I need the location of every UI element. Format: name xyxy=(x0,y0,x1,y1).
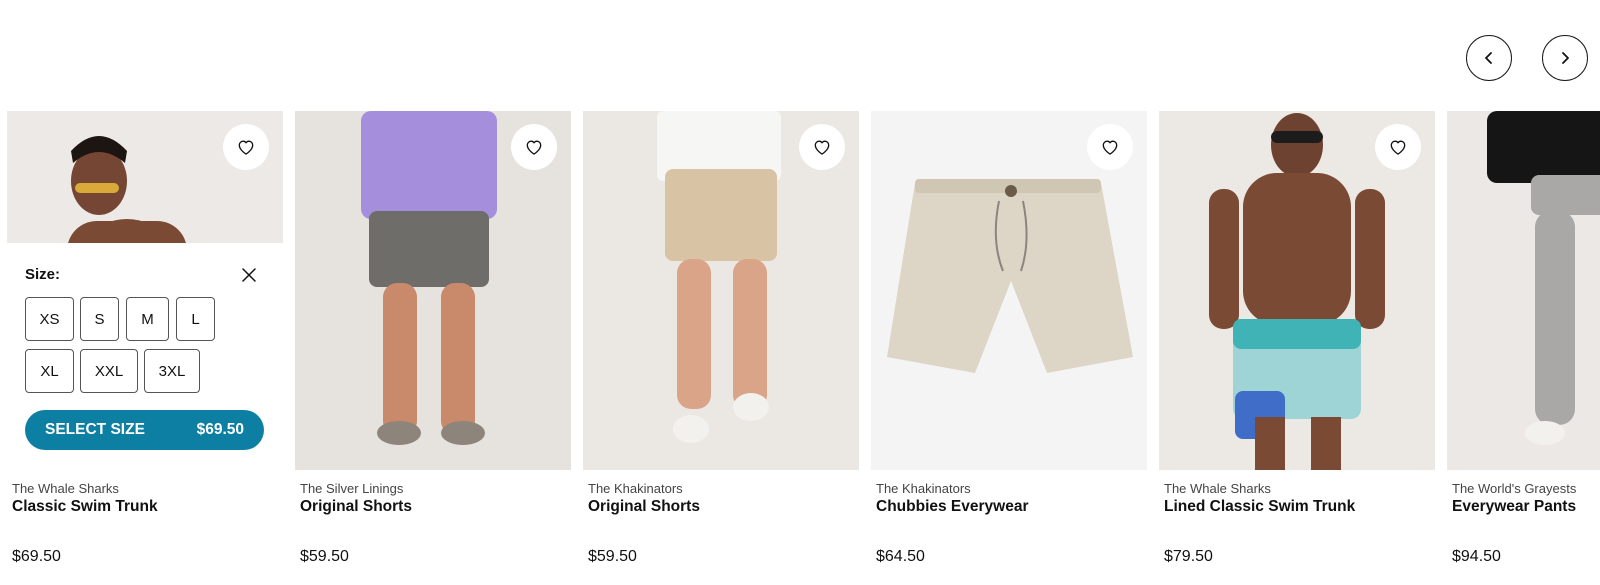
product-name[interactable]: Chubbies Everywear xyxy=(876,498,1028,516)
product-image[interactable] xyxy=(583,111,859,470)
select-size-label: SELECT SIZE xyxy=(45,421,145,438)
product-collection: The Silver Linings xyxy=(300,481,404,496)
product-card[interactable]: Size: XS S M L XL XXL 3XL SELECT SIZE $6… xyxy=(7,111,283,585)
heart-icon xyxy=(1102,140,1118,155)
chevron-left-icon xyxy=(1485,52,1492,64)
product-card[interactable]: The World's Grayests Everywear Pants $94… xyxy=(1447,111,1600,585)
wishlist-button[interactable] xyxy=(223,124,269,170)
size-option-xxl[interactable]: XXL xyxy=(80,349,138,393)
heart-icon xyxy=(526,140,542,155)
product-card[interactable]: The Khakinators Original Shorts $59.50 xyxy=(583,111,859,585)
product-price: $69.50 xyxy=(12,548,61,565)
wishlist-button[interactable] xyxy=(799,124,845,170)
product-image[interactable] xyxy=(295,111,571,470)
product-name[interactable]: Original Shorts xyxy=(588,498,700,516)
product-price: $59.50 xyxy=(588,548,637,565)
product-name[interactable]: Original Shorts xyxy=(300,498,412,516)
size-option-m[interactable]: M xyxy=(126,297,169,341)
product-carousel: Size: XS S M L XL XXL 3XL SELECT SIZE $6… xyxy=(7,111,1600,585)
product-name[interactable]: Everywear Pants xyxy=(1452,498,1576,516)
product-price: $59.50 xyxy=(300,548,349,565)
wishlist-button[interactable] xyxy=(1375,124,1421,170)
product-card[interactable]: The Khakinators Chubbies Everywear $64.5… xyxy=(871,111,1147,585)
product-collection: The Khakinators xyxy=(588,481,683,496)
carousel-prev-button[interactable] xyxy=(1466,35,1512,81)
heart-icon xyxy=(814,140,830,155)
size-label: Size: xyxy=(25,266,61,283)
product-price: $64.50 xyxy=(876,548,925,565)
select-size-price: $69.50 xyxy=(196,421,244,438)
product-name[interactable]: Classic Swim Trunk xyxy=(12,498,158,516)
product-image[interactable] xyxy=(1447,111,1600,470)
product-image[interactable]: Size: XS S M L XL XXL 3XL SELECT SIZE $6… xyxy=(7,111,283,470)
product-collection: The Whale Sharks xyxy=(12,481,119,496)
size-option-xl[interactable]: XL xyxy=(25,349,74,393)
product-card[interactable]: The Whale Sharks Lined Classic Swim Trun… xyxy=(1159,111,1435,585)
close-icon[interactable] xyxy=(239,265,259,285)
size-selector-panel: Size: XS S M L XL XXL 3XL SELECT SIZE $6… xyxy=(7,243,283,470)
heart-icon xyxy=(1390,140,1406,155)
heart-icon xyxy=(238,140,254,155)
wishlist-button[interactable] xyxy=(1087,124,1133,170)
product-image[interactable] xyxy=(871,111,1147,470)
size-option-3xl[interactable]: 3XL xyxy=(144,349,200,393)
product-name[interactable]: Lined Classic Swim Trunk xyxy=(1164,498,1355,516)
size-option-xs[interactable]: XS xyxy=(25,297,74,341)
wishlist-button[interactable] xyxy=(511,124,557,170)
product-collection: The Whale Sharks xyxy=(1164,481,1271,496)
carousel-next-button[interactable] xyxy=(1542,35,1588,81)
chevron-right-icon xyxy=(1562,52,1569,64)
product-collection: The World's Grayests xyxy=(1452,481,1577,496)
size-option-l[interactable]: L xyxy=(176,297,215,341)
product-photo xyxy=(1447,111,1600,470)
product-price: $79.50 xyxy=(1164,548,1213,565)
product-collection: The Khakinators xyxy=(876,481,971,496)
size-option-s[interactable]: S xyxy=(80,297,119,341)
product-card[interactable]: The Silver Linings Original Shorts $59.5… xyxy=(295,111,571,585)
product-image[interactable] xyxy=(1159,111,1435,470)
product-price: $94.50 xyxy=(1452,548,1501,565)
select-size-button[interactable]: SELECT SIZE $69.50 xyxy=(25,410,264,450)
